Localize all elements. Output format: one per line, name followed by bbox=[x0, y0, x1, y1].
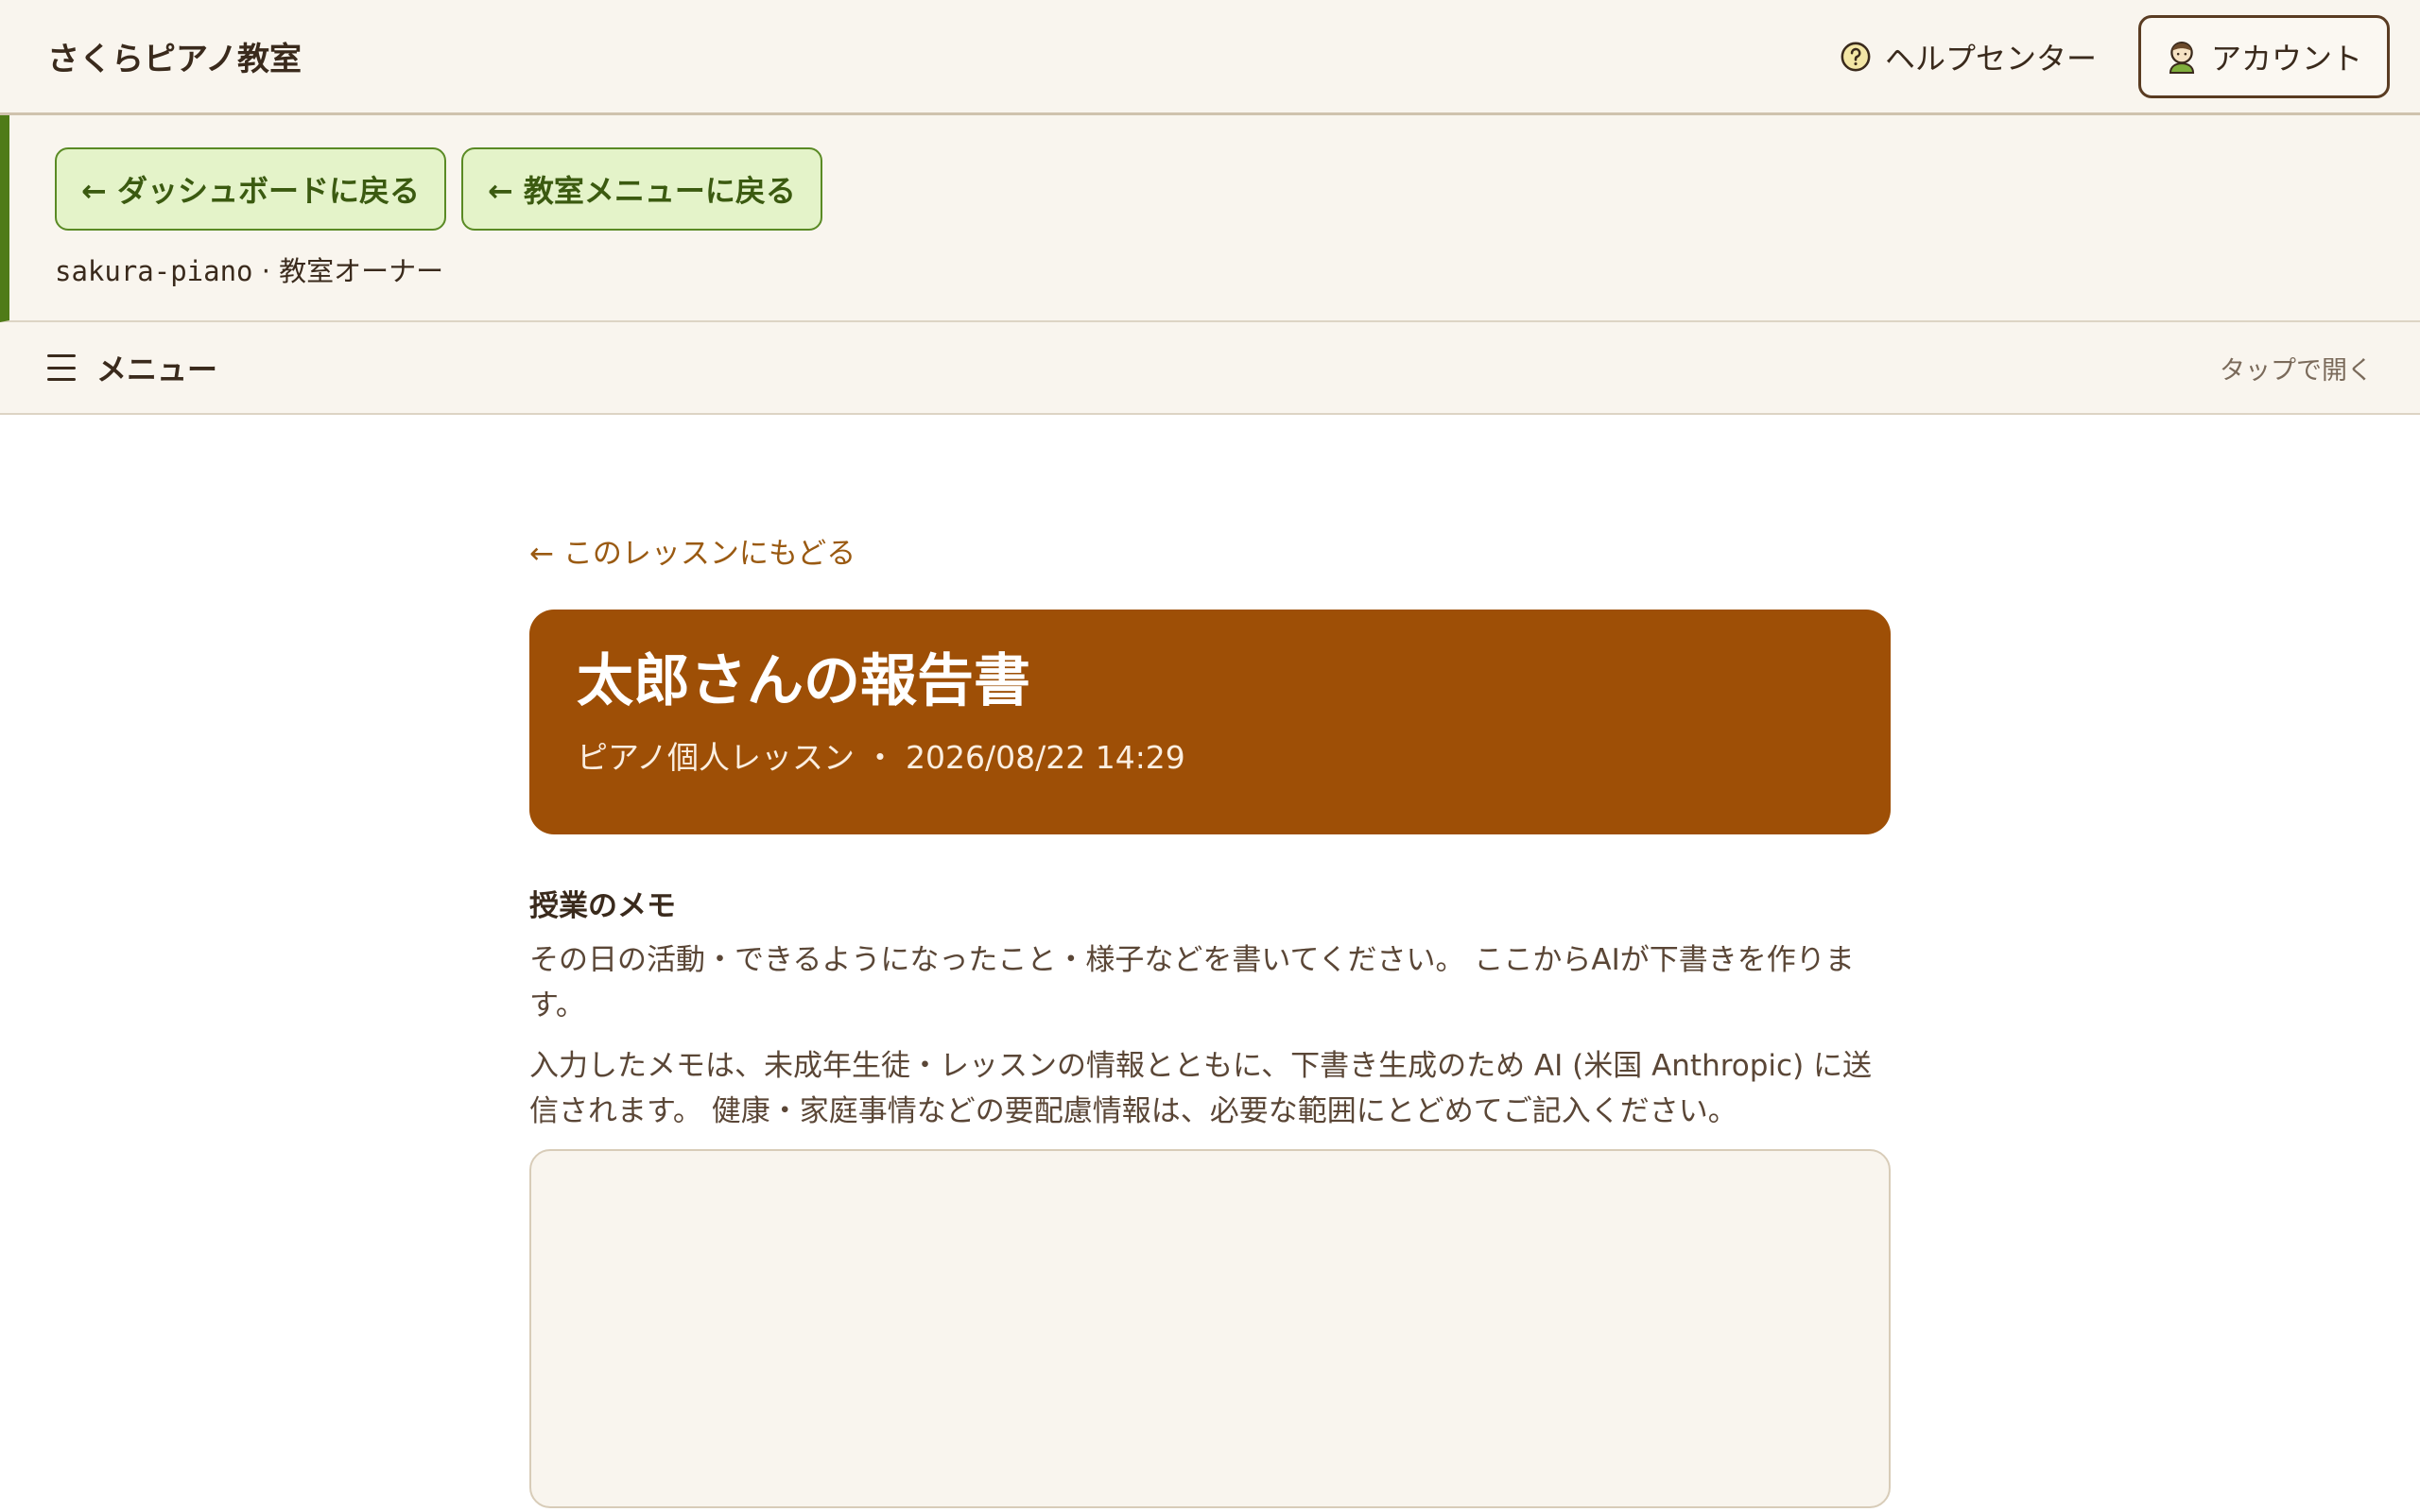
account-label: アカウント bbox=[2210, 40, 2362, 77]
report-title: 太郎さんの報告書 bbox=[577, 648, 1030, 714]
user-role: 教室オーナー bbox=[279, 255, 444, 287]
account-button[interactable]: アカウント bbox=[2137, 14, 2390, 98]
back-to-dashboard-button[interactable]: ← ダッシュボードに戻る bbox=[55, 147, 446, 231]
menu-hint: タップで開く bbox=[2220, 355, 2373, 386]
menu-toggle-bar[interactable]: メニュー タップで開く bbox=[0, 322, 2420, 415]
back-button-row: ← ダッシュボードに戻る ← 教室メニューに戻る bbox=[55, 147, 822, 231]
help-center-link[interactable]: ヘルプセンター bbox=[1840, 35, 2097, 78]
top-navigation-bar: さくらピアノ教室 ヘルプセンター アカウント bbox=[0, 0, 2420, 115]
top-right-actions: ヘルプセンター アカウント bbox=[1840, 14, 2390, 98]
back-to-lesson-link[interactable]: ← このレッスンにもどる bbox=[529, 529, 856, 572]
report-subtitle: ピアノ個人レッスン ・ 2026/08/22 14:29 bbox=[577, 739, 1185, 776]
report-editor: ← このレッスンにもどる 太郎さんの報告書 ピアノ個人レッスン ・ 2026/0… bbox=[529, 529, 1891, 1512]
ai-privacy-notice: 入力したメモは、未成年生徒・レッスンの情報とともに、下書き生成のため AI (米… bbox=[529, 1049, 1873, 1128]
report-header-card: 太郎さんの報告書 ピアノ個人レッスン ・ 2026/08/22 14:29 bbox=[529, 610, 1891, 834]
context-bar: ← ダッシュボードに戻る ← 教室メニューに戻る sakura-piano · … bbox=[0, 115, 2420, 322]
help-center-label: ヘルプセンター bbox=[1884, 40, 2097, 77]
user-avatar-icon bbox=[2169, 41, 2195, 74]
org-separator: · bbox=[252, 255, 280, 287]
organization-role-line: sakura-piano · 教室オーナー bbox=[55, 249, 443, 289]
hamburger-menu-icon bbox=[47, 354, 76, 381]
brand-name[interactable]: さくらピアノ教室 bbox=[47, 33, 302, 79]
back-to-classroom-menu-button[interactable]: ← 教室メニューに戻る bbox=[460, 147, 822, 231]
lesson-memo-textarea[interactable] bbox=[529, 1149, 1891, 1508]
organization-id: sakura-piano bbox=[55, 255, 253, 287]
help-circle-icon bbox=[1841, 42, 1871, 71]
menu-label: メニュー bbox=[96, 352, 218, 387]
memo-description: その日の活動・できるようになったこと・様子などを書いてください。 ここからAIが… bbox=[529, 943, 1855, 1022]
memo-section-title: 授業のメモ bbox=[529, 889, 676, 923]
menu-toggle[interactable]: メニュー bbox=[47, 346, 217, 389]
